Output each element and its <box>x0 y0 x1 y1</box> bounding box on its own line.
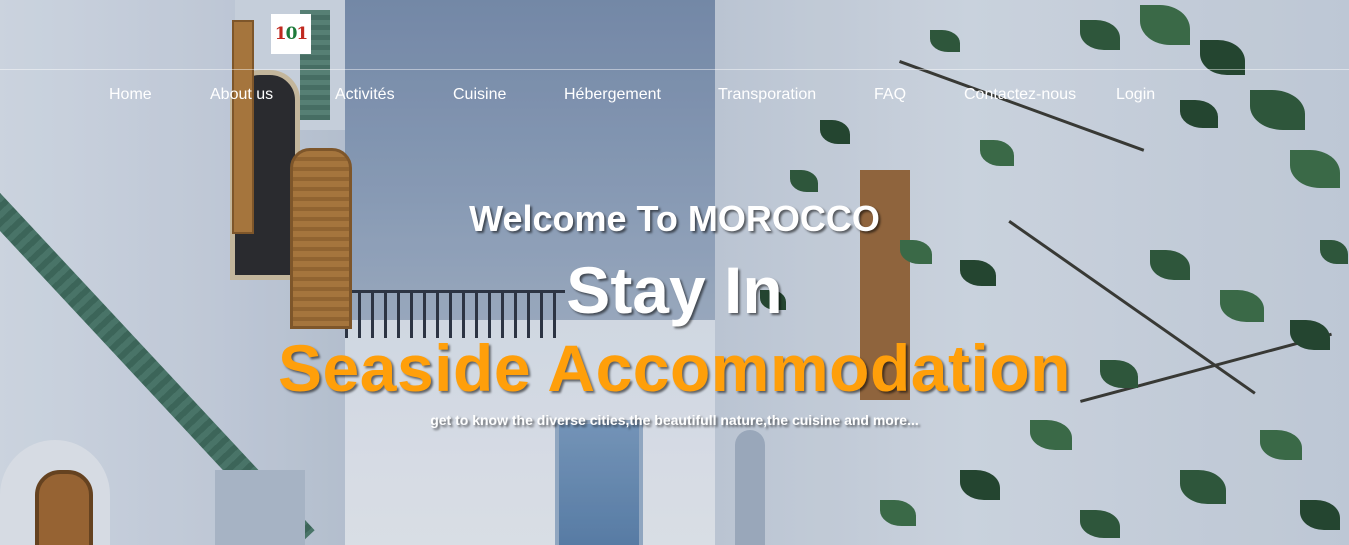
logo-text: 101 <box>274 24 309 44</box>
hero-tagline: get to know the diverse cities,the beaut… <box>430 412 919 428</box>
hero-stay-heading: Stay In <box>566 253 783 327</box>
nav-item-faq[interactable]: FAQ <box>874 86 906 104</box>
nav-item-activites[interactable]: Activités <box>335 86 395 104</box>
header-divider <box>0 69 1349 70</box>
nav-item-contactez-nous[interactable]: Contactez-nous <box>964 86 1076 104</box>
nav-item-login[interactable]: Login <box>1116 86 1155 104</box>
nav-item-hebergement[interactable]: Hébergement <box>564 86 661 104</box>
main-navigation: Home About us Activités Cuisine Hébergem… <box>0 86 1349 106</box>
nav-item-cuisine[interactable]: Cuisine <box>453 86 506 104</box>
hero-highlight-heading: Seaside Accommodation <box>278 331 1071 405</box>
hero-welcome-heading: Welcome To MOROCCO <box>469 198 880 239</box>
nav-item-transporation[interactable]: Transporation <box>718 86 816 104</box>
nav-item-home[interactable]: Home <box>109 86 152 104</box>
site-logo[interactable]: 101 <box>271 14 311 54</box>
nav-item-about-us[interactable]: About us <box>210 86 273 104</box>
